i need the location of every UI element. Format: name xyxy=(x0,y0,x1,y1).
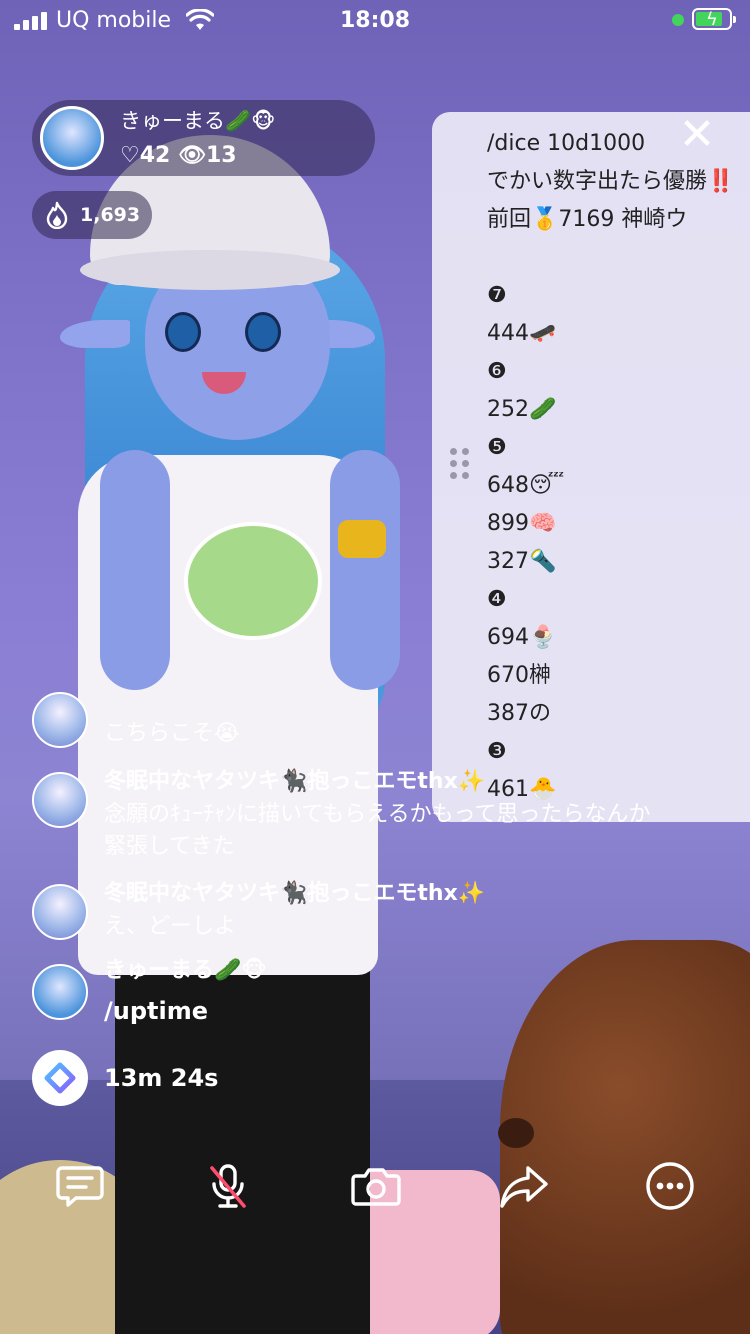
share-icon xyxy=(500,1166,548,1208)
avatar-left-eye xyxy=(165,312,201,352)
camera-button[interactable] xyxy=(350,1160,402,1212)
more-options-button[interactable] xyxy=(644,1160,696,1212)
chat-message-partial: こちらこそ😭 xyxy=(104,721,240,746)
chat-user-name: 冬眠中なヤタツキ🐈‍⬛抱っこエモthx✨ xyxy=(104,881,486,906)
host-name: きゅーまる🥒🐵 xyxy=(120,109,276,133)
deer-plush xyxy=(500,940,750,1334)
mic-off-icon xyxy=(210,1164,246,1208)
dice-panel-text: /dice 10d1000 でかい数字出たら優勝‼️ 前回🥇7169 神崎ウ ❼ 444… xyxy=(487,130,750,814)
host-stats: ♡42 👁13 xyxy=(120,142,237,170)
dice-panel-line: ❺ xyxy=(487,435,507,460)
comment-icon xyxy=(56,1166,104,1207)
chat-message-text: 念願のｷｭｰﾁｬﾝに描いてもらえるかもって思ったらなんか xyxy=(104,802,651,827)
avatar-cap-brim xyxy=(80,250,340,290)
dice-panel-line: でかい数字出たら優勝‼️ xyxy=(487,169,735,194)
avatar[interactable] xyxy=(32,884,88,940)
active-indicator-dot xyxy=(672,14,684,26)
avatar-left-ear xyxy=(60,320,130,348)
deer-nose xyxy=(498,1118,534,1148)
camera-icon xyxy=(351,1168,401,1206)
points-pill[interactable]: 1,693 xyxy=(32,191,152,239)
avatar[interactable] xyxy=(32,772,88,828)
dice-panel-line: 444🛹 xyxy=(487,321,557,346)
dice-panel-line: 252🥒 xyxy=(487,397,557,422)
dice-panel-line: 前回🥇7169 神崎ウ xyxy=(487,207,688,232)
chat-message-text: 緊張してきた xyxy=(104,834,235,859)
avatar-left-arm xyxy=(100,450,170,690)
dice-panel-line: ❸ xyxy=(487,739,507,764)
battery-tip xyxy=(733,16,736,23)
chat-message-text: 13m 24s xyxy=(104,1064,219,1092)
drag-handle-icon[interactable] xyxy=(450,448,474,488)
more-icon xyxy=(646,1162,694,1210)
dice-panel[interactable]: /dice 10d1000 でかい数字出たら優勝‼️ 前回🥇7169 神崎ウ ❼ 444… xyxy=(432,112,750,822)
viewer-count: 👁13 xyxy=(178,143,237,168)
close-icon[interactable]: ✕ xyxy=(672,112,722,160)
like-count: ♡42 xyxy=(120,143,171,168)
avatar-right-eye xyxy=(245,312,281,352)
share-button[interactable] xyxy=(498,1160,550,1212)
avatar[interactable] xyxy=(32,964,88,1020)
chat-message-text: え、どーしよ xyxy=(104,914,237,939)
system-bot-avatar xyxy=(32,1050,88,1106)
mic-toggle-button[interactable] xyxy=(202,1160,254,1212)
chat-user-name: 冬眠中なヤタツキ🐈‍⬛抱っこエモthx✨ xyxy=(104,769,486,794)
avatar-bracelet xyxy=(338,520,386,558)
shirt-badge xyxy=(184,522,322,640)
battery-icon: ϟ xyxy=(692,8,736,30)
dice-panel-line: ❻ xyxy=(487,359,507,384)
avatar[interactable] xyxy=(32,692,88,748)
dice-panel-line: 899🧠 xyxy=(487,511,557,536)
avatar-right-arm xyxy=(330,450,400,690)
dice-panel-line xyxy=(487,244,750,282)
dice-panel-line: 387の xyxy=(487,701,551,726)
chat-user-name: きゅーまる🥒🐵 xyxy=(104,958,267,983)
diamond-logo-icon xyxy=(44,1062,76,1094)
charging-bolt-icon: ϟ xyxy=(706,9,718,30)
host-info-pill[interactable]: きゅーまる🥒🐵 ♡42 👁13 xyxy=(32,100,375,176)
clock: 18:08 xyxy=(339,8,411,33)
flame-icon xyxy=(46,201,68,229)
dice-panel-line: 648😴 xyxy=(487,473,565,498)
host-avatar[interactable] xyxy=(40,106,104,170)
dice-panel-line: 327🔦 xyxy=(487,549,557,574)
dice-panel-line: 670榊 xyxy=(487,663,551,688)
status-bar: UQ mobile 18:08 ϟ xyxy=(0,0,750,44)
dice-panel-line: ❹ xyxy=(487,587,507,612)
comment-button[interactable] xyxy=(54,1160,106,1212)
points-value: 1,693 xyxy=(80,204,141,226)
chat-message-text: /uptime xyxy=(104,997,209,1025)
dice-panel-line: 694🍨 xyxy=(487,625,557,650)
dice-panel-line: ❼ xyxy=(487,283,507,308)
